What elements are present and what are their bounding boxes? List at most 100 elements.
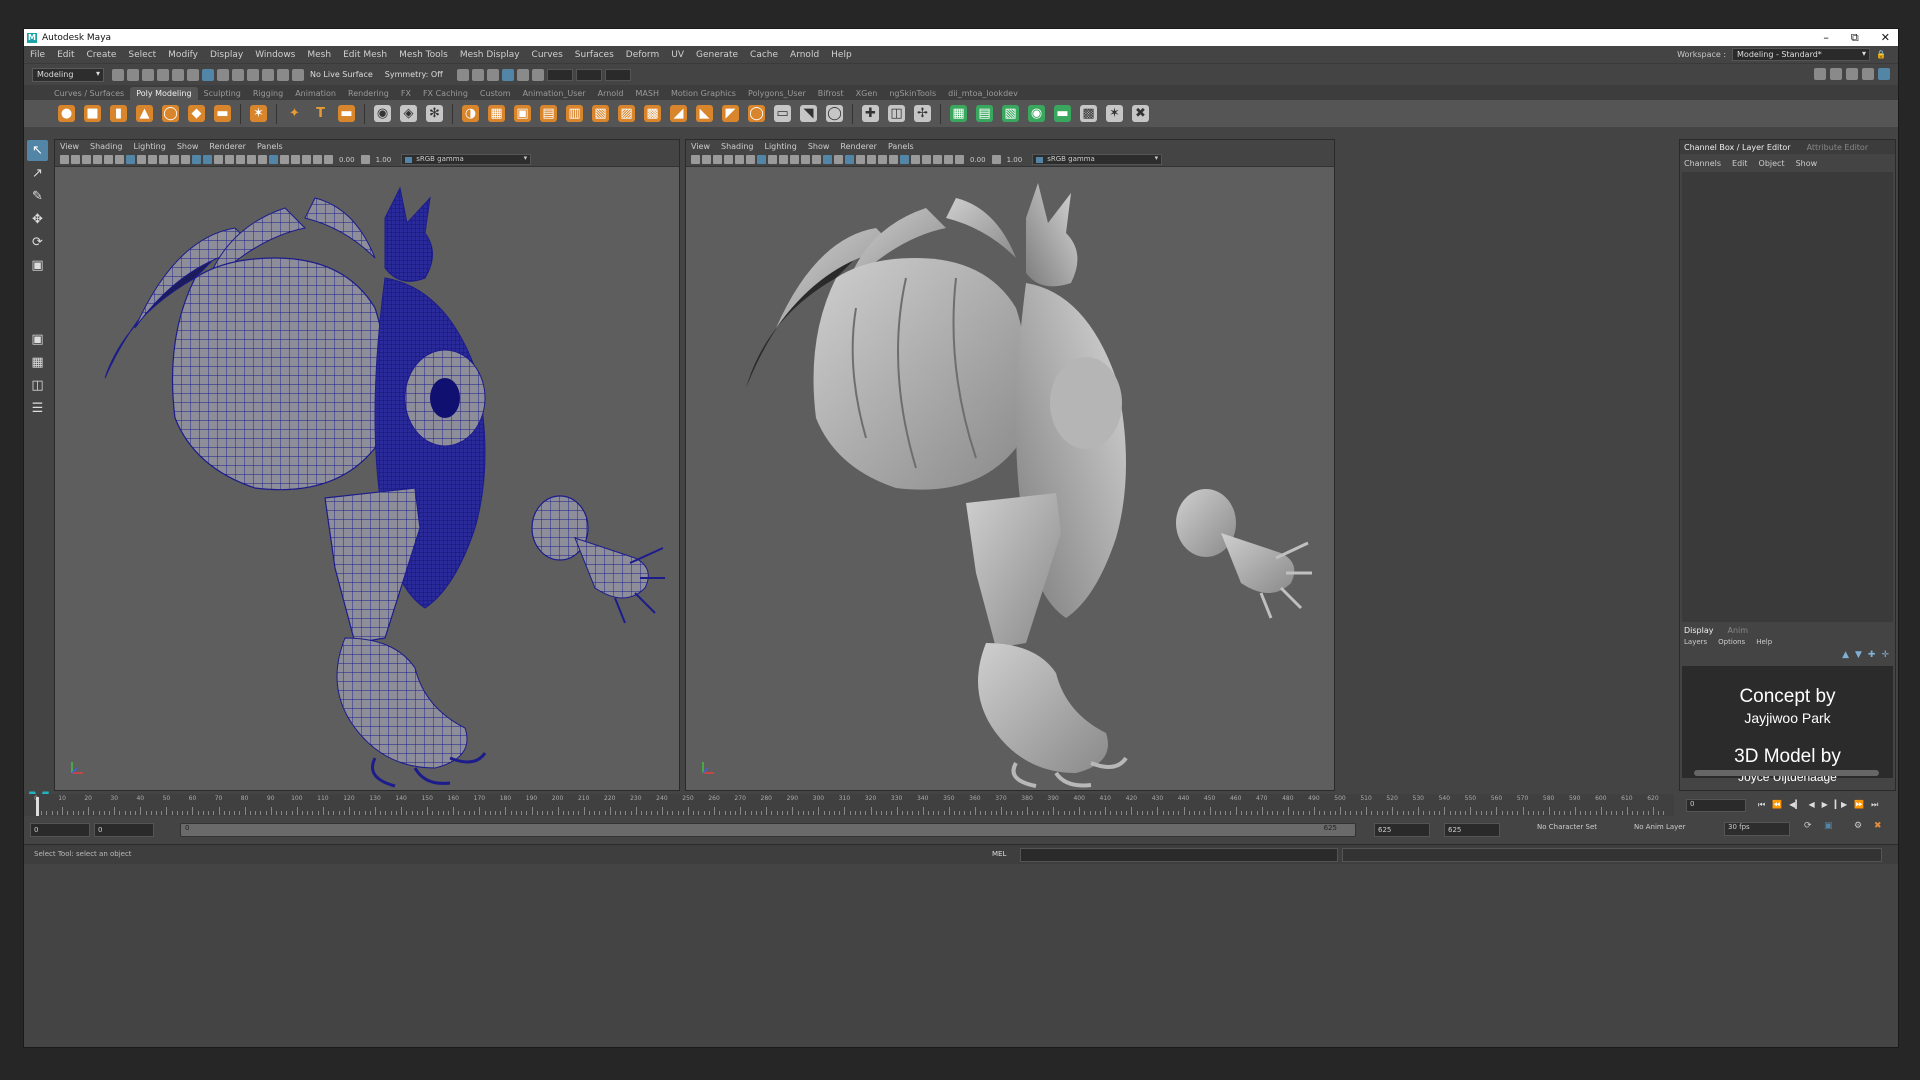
step-back-key-icon[interactable]: ⏪ [1772,800,1782,810]
single-pane-icon[interactable]: ▣ [27,329,48,350]
input-field-y[interactable] [575,68,602,81]
two-pane-icon[interactable]: ◫ [27,375,48,396]
shelf-tab[interactable]: Polygons_User [742,87,812,100]
textured-icon[interactable] [845,155,854,164]
layer-menu-help[interactable]: Help [1756,638,1772,650]
viewport-canvas[interactable] [686,168,1334,790]
camera-icon[interactable] [60,155,69,164]
input-field-x[interactable] [546,68,573,81]
quad-draw-icon[interactable]: ✢ [914,105,931,122]
wireframe-icon[interactable] [181,155,190,164]
textured-icon[interactable] [214,155,223,164]
combine-icon[interactable]: ◉ [374,105,391,122]
cylindrical-map-icon[interactable]: ▧ [1002,105,1019,122]
smooth-shade-icon[interactable] [192,155,201,164]
snap-surface-icon[interactable] [292,68,304,81]
wedge-icon[interactable]: ◤ [722,105,739,122]
poly-cylinder-icon[interactable]: ▮ [110,105,127,122]
edge-loop-icon[interactable]: ◫ [888,105,905,122]
camera-attr-icon[interactable] [71,155,80,164]
ambient-occlusion-icon[interactable] [247,155,256,164]
select-tool-icon[interactable]: ↖ [27,140,48,161]
menu-modify[interactable]: Modify [162,50,204,60]
select-component-icon[interactable] [217,68,229,81]
anim-end-field[interactable]: 625 [1444,823,1500,837]
layer-scrollbar[interactable] [1694,770,1879,776]
lights-icon[interactable] [856,155,865,164]
gamma-icon[interactable] [991,155,1001,164]
bevel-icon[interactable]: ▥ [566,105,583,122]
viewport-menu-renderer[interactable]: Renderer [840,142,877,151]
svg-tool-icon[interactable]: ▬ [338,105,355,122]
render-settings-icon[interactable] [501,68,514,81]
safe-action-icon[interactable] [790,155,799,164]
undo-icon[interactable] [157,68,169,81]
menu-set-dropdown[interactable]: Modeling [32,67,104,82]
character-controls-icon[interactable] [1830,68,1842,80]
construction-history-icon[interactable] [456,68,469,81]
workspace-dropdown[interactable]: Modeling - Standard* [1732,48,1871,61]
checker-map-icon[interactable]: ▩ [1080,105,1097,122]
menu-help[interactable]: Help [825,50,858,60]
sweep-mesh-icon[interactable]: ✦ [286,105,303,122]
menu-mesh[interactable]: Mesh [301,50,337,60]
camera-icon[interactable] [691,155,700,164]
depth-of-field-icon[interactable] [280,155,289,164]
poly-disc-icon[interactable]: ▬ [214,105,231,122]
character-set-dropdown[interactable]: No Character Set [1537,823,1597,831]
fps-dropdown[interactable]: 30 fps [1724,822,1790,836]
layer-list[interactable]: Concept by Jayjiwoo Park 3D Model by Joy… [1682,666,1893,784]
menu-surfaces[interactable]: Surfaces [569,50,620,60]
isolate-select-icon[interactable] [922,155,931,164]
sound-icon[interactable]: ✖ [1874,821,1882,831]
fill-hole-icon[interactable]: ▩ [644,105,661,122]
menu-arnold[interactable]: Arnold [784,50,825,60]
poly-plane-icon[interactable]: ◆ [188,105,205,122]
shelf-tab[interactable]: Motion Graphics [665,87,742,100]
poly-torus-icon[interactable]: ◯ [162,105,179,122]
smooth-icon[interactable]: ✻ [426,105,443,122]
field-chart-icon[interactable] [148,155,157,164]
viewport-menu-shading[interactable]: Shading [90,142,123,151]
xray-icon[interactable] [302,155,311,164]
select-hierarchy-icon[interactable] [187,68,199,81]
paint-select-icon[interactable]: ✎ [27,186,48,207]
tab-attribute-editor[interactable]: Attribute Editor [1807,143,1869,152]
shelf-tab[interactable]: Custom [474,87,517,100]
exposure-icon[interactable] [955,155,964,164]
shelf-tab[interactable]: Rendering [342,87,395,100]
menu-edit[interactable]: Edit [51,50,80,60]
grid-icon[interactable] [735,155,744,164]
resolution-gate-icon[interactable] [757,155,766,164]
exposure-value[interactable]: 0.00 [970,156,986,164]
viewport-menu-lighting[interactable]: Lighting [133,142,165,151]
gamma-value[interactable]: 1.00 [376,156,392,164]
anti-aliasing-icon[interactable] [269,155,278,164]
anti-aliasing-icon[interactable] [900,155,909,164]
four-pane-icon[interactable]: ▦ [27,352,48,373]
go-to-end-icon[interactable]: ⏭ [1871,800,1878,810]
separate-icon[interactable]: ◈ [400,105,417,122]
open-scene-icon[interactable] [127,68,139,81]
xray-joints-icon[interactable] [313,155,322,164]
lights-icon[interactable] [225,155,234,164]
new-layer-selected-icon[interactable]: ✛ [1881,650,1889,664]
multi-cut-icon[interactable]: ✚ [862,105,879,122]
colorspace-dropdown[interactable]: sRGB gamma [1032,154,1163,165]
snap-grid-icon[interactable] [232,68,244,81]
rotate-tool-icon[interactable]: ⟳ [27,232,48,253]
film-gate-icon[interactable] [115,155,124,164]
bookmark-icon[interactable] [713,155,722,164]
spherical-map-icon[interactable]: ◉ [1028,105,1045,122]
shelf-tab[interactable]: Sculpting [198,87,247,100]
viewport-menu-show[interactable]: Show [808,142,830,151]
channel-menu-show[interactable]: Show [1796,159,1818,168]
hypershade-icon[interactable] [516,68,529,81]
image-plane-icon[interactable] [724,155,733,164]
play-backward-icon[interactable]: ◀ [1808,800,1814,810]
outliner-pane-icon[interactable]: ☰ [27,398,48,419]
tab-anim-layers[interactable]: Anim [1728,626,1749,638]
viewport-menu-panels[interactable]: Panels [888,142,914,151]
viewport-menu-view[interactable]: View [691,142,710,151]
pause-viewport-icon[interactable] [531,68,544,81]
